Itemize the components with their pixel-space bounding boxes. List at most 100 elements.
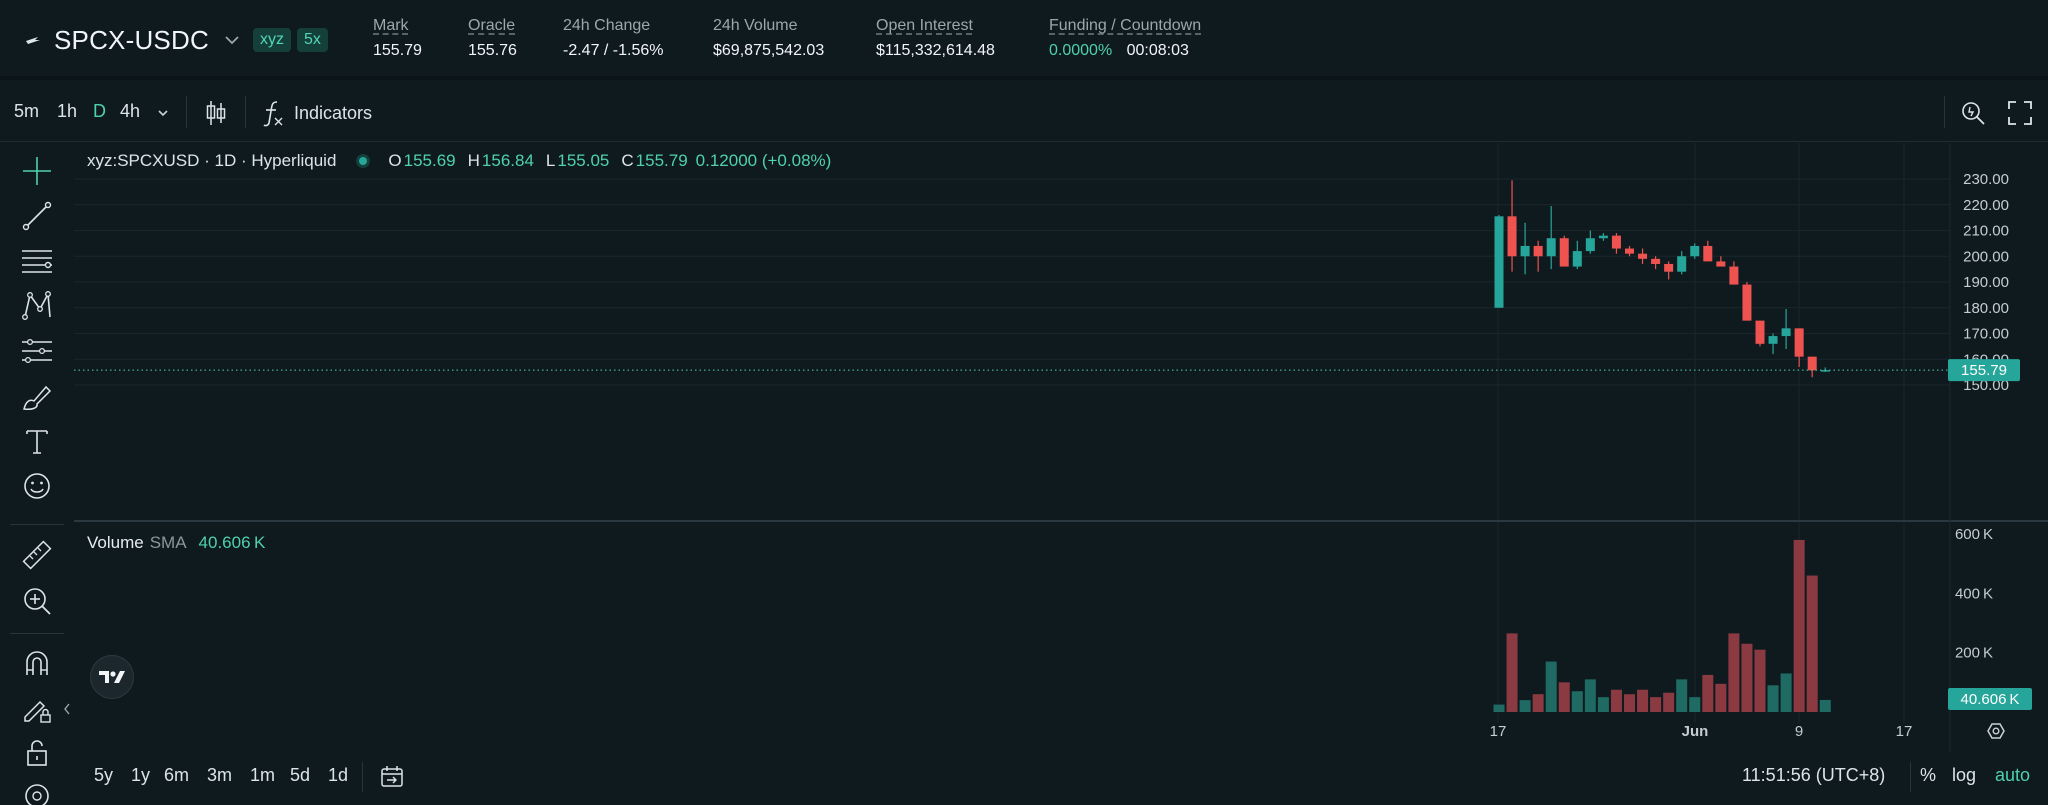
auto-toggle[interactable]: auto bbox=[1995, 765, 2030, 786]
function-icon bbox=[263, 101, 283, 127]
range-5y[interactable]: 5y bbox=[94, 765, 113, 786]
emoji-icon[interactable] bbox=[20, 469, 54, 503]
range-3m[interactable]: 3m bbox=[207, 765, 232, 786]
range-6m[interactable]: 6m bbox=[164, 765, 189, 786]
volume-legend: Volume SMA 40.606 K bbox=[87, 533, 265, 553]
range-5d[interactable]: 5d bbox=[290, 765, 310, 786]
volume-stat: 24h Volume $69,875,542.03 bbox=[713, 16, 824, 62]
trend-line-icon[interactable] bbox=[20, 199, 54, 233]
tradingview-logo[interactable] bbox=[90, 655, 134, 699]
mark-price-stat: Mark 155.79 bbox=[373, 16, 422, 62]
range-1m[interactable]: 1m bbox=[250, 765, 275, 786]
dex-badge: xyz bbox=[252, 28, 291, 52]
funding-label: Funding / Countdown bbox=[1049, 17, 1202, 34]
oracle-price-stat: Oracle 155.76 bbox=[468, 16, 517, 62]
oracle-label: Oracle bbox=[468, 17, 516, 34]
candles-icon[interactable] bbox=[203, 98, 229, 128]
time-tick-label: 17 bbox=[1490, 723, 1507, 740]
volume-bar bbox=[1637, 689, 1649, 712]
percent-toggle[interactable]: % bbox=[1920, 765, 1936, 786]
fullscreen-icon[interactable] bbox=[2006, 99, 2034, 127]
volume-bar bbox=[1728, 633, 1740, 712]
timeframe-1h[interactable]: 1h bbox=[57, 101, 77, 122]
calendar-range-icon[interactable] bbox=[379, 764, 405, 790]
candle-body bbox=[1625, 248, 1634, 254]
timeframe-d[interactable]: D bbox=[93, 101, 106, 122]
time-tick-label: 9 bbox=[1795, 723, 1803, 740]
volume-bar bbox=[1689, 697, 1701, 712]
clock-readout[interactable]: 11:51:56 (UTC+8) bbox=[1742, 765, 1885, 786]
eye-icon[interactable] bbox=[20, 779, 54, 805]
last-price-text: 155.79 bbox=[1961, 362, 2007, 379]
funding-stat: Funding / Countdown 0.0000% 00:08:03 bbox=[1049, 16, 1201, 62]
candle-body bbox=[1507, 216, 1517, 257]
volume-bar bbox=[1519, 700, 1531, 712]
candle-body bbox=[1677, 256, 1687, 272]
open-interest-label: Open Interest bbox=[876, 17, 973, 34]
ruler-icon[interactable] bbox=[20, 538, 54, 572]
timeframe-4h[interactable]: 4h bbox=[120, 101, 140, 122]
timeframe-5m[interactable]: 5m bbox=[14, 101, 39, 122]
volume-bar bbox=[1793, 539, 1805, 712]
volume-name[interactable]: Volume bbox=[87, 533, 144, 552]
indicators-label: Indicators bbox=[294, 102, 373, 123]
range-1y[interactable]: 1y bbox=[131, 765, 150, 786]
volume-bar bbox=[1545, 661, 1557, 712]
funding-rate: 0.0000% bbox=[1049, 42, 1113, 59]
volume-bar bbox=[1767, 685, 1779, 712]
text-icon[interactable] bbox=[20, 424, 54, 458]
time-axis: 17 Jun 9 17 bbox=[1490, 723, 1913, 740]
price-tick-label: 180.00 bbox=[1963, 300, 2009, 317]
candles bbox=[1494, 180, 1830, 378]
unlock-icon[interactable] bbox=[20, 736, 54, 770]
volume-bar bbox=[1702, 674, 1714, 712]
range-1d[interactable]: 1d bbox=[328, 765, 348, 786]
chart-settings-icon[interactable] bbox=[1987, 723, 2005, 739]
pattern-icon[interactable] bbox=[20, 289, 54, 323]
change-stat: 24h Change -2.47 / -1.56% bbox=[563, 16, 664, 62]
chart-toolbar: 5m 1h D 4h Indicators bbox=[0, 84, 2048, 142]
volume-value: $69,875,542.03 bbox=[713, 42, 825, 59]
volume-label: 24h Volume bbox=[713, 17, 798, 34]
trading-chart-app: SPCX-USDC xyz 5x Mark 155.79 Oracle 155.… bbox=[0, 0, 2048, 805]
change-value: 0.12000 (+0.08%) bbox=[695, 151, 832, 170]
volume-bar bbox=[1650, 697, 1662, 712]
volume-sma-value: 40.606 K bbox=[198, 533, 266, 552]
legend-title[interactable]: xyz:SPCXUSD · 1D · Hyperliquid bbox=[87, 151, 336, 171]
high-key: H bbox=[467, 151, 480, 170]
draw-lock-icon[interactable] bbox=[20, 692, 54, 726]
chevron-down-icon[interactable] bbox=[223, 31, 241, 49]
prediction-icon[interactable] bbox=[20, 334, 54, 368]
candle-body bbox=[1664, 263, 1674, 272]
candle-body bbox=[1494, 216, 1504, 308]
brush-icon[interactable] bbox=[20, 379, 54, 413]
candle-body bbox=[1546, 238, 1556, 257]
candle-body bbox=[1598, 235, 1608, 239]
symbol-selector[interactable]: SPCX-USDC xyz 5x bbox=[24, 22, 328, 58]
change-label: 24h Change bbox=[563, 17, 651, 34]
rocket-icon bbox=[26, 37, 40, 44]
time-tick-label: 17 bbox=[1896, 723, 1913, 740]
volume-bar bbox=[1532, 694, 1544, 712]
candle-body bbox=[1638, 253, 1648, 259]
candle-body bbox=[1690, 245, 1700, 257]
log-toggle[interactable]: log bbox=[1952, 765, 1976, 786]
fib-retracement-icon[interactable] bbox=[20, 244, 54, 278]
price-tick-label: 210.00 bbox=[1963, 223, 2009, 240]
candle-body bbox=[1794, 328, 1804, 357]
crosshair-icon[interactable] bbox=[20, 154, 54, 188]
ohlc-legend: xyz:SPCXUSD · 1D · Hyperliquid O 155.69 H… bbox=[87, 151, 831, 171]
volume-tick-label: 600 K bbox=[1955, 526, 1993, 543]
candle-body bbox=[1729, 266, 1739, 285]
volume-bar bbox=[1493, 704, 1505, 712]
volume-last-text: 40.606 K bbox=[1961, 691, 2020, 708]
magnet-icon[interactable] bbox=[20, 647, 54, 681]
volume-bar bbox=[1819, 699, 1831, 712]
quick-search-icon[interactable] bbox=[1958, 98, 1988, 128]
indicators-button[interactable]: Indicators bbox=[262, 97, 372, 129]
zoom-in-icon[interactable] bbox=[20, 584, 54, 618]
chevron-down-icon[interactable] bbox=[156, 106, 170, 120]
chevron-left-icon[interactable] bbox=[62, 701, 72, 717]
horizontal-grid bbox=[74, 178, 1950, 386]
price-chart[interactable]: 230.00220.00210.00200.00190.00180.00170.… bbox=[74, 143, 2048, 752]
